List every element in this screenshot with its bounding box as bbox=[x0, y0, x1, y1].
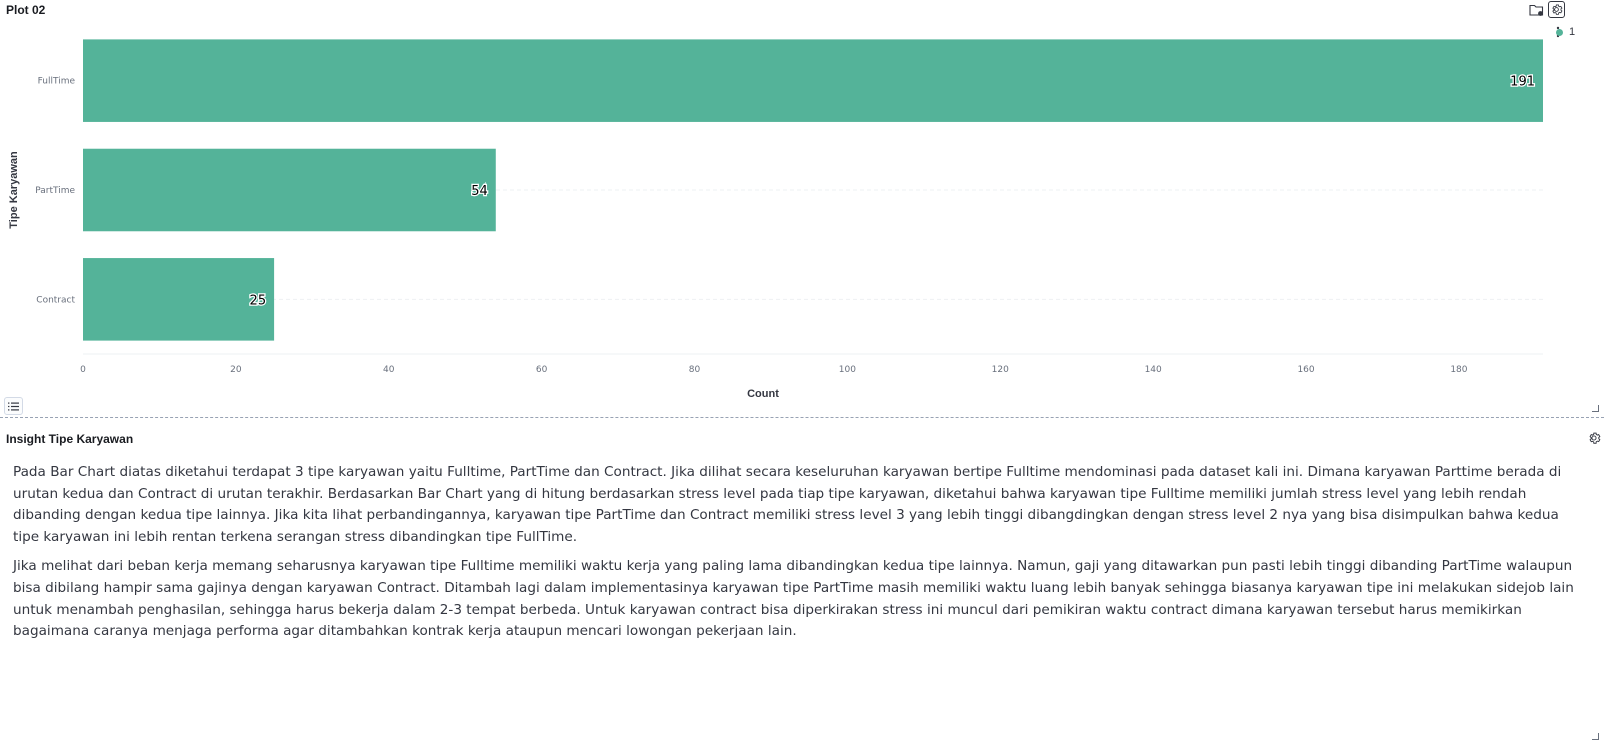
insight-markdown: Pada Bar Chart diatas diketahui terdapat… bbox=[13, 462, 1588, 651]
bar-parttime bbox=[83, 148, 496, 232]
bar-value-label: 54 bbox=[471, 184, 488, 199]
plot-settings-gear-icon[interactable] bbox=[1548, 1, 1565, 18]
bar-value-label: 25 bbox=[250, 293, 267, 308]
y-tick-label: FullTime bbox=[38, 77, 76, 87]
x-tick-label: 0 bbox=[80, 365, 86, 375]
legend-toggle-list-icon[interactable] bbox=[4, 397, 23, 415]
insight-paragraph: Pada Bar Chart diatas diketahui terdapat… bbox=[13, 464, 1562, 545]
bar-fulltime bbox=[83, 39, 1543, 122]
plot-resize-handle-icon[interactable] bbox=[1592, 405, 1599, 412]
x-tick-label: 140 bbox=[1145, 365, 1162, 375]
insight-panel-title: Insight Tipe Karyawan bbox=[6, 432, 134, 446]
x-tick-label: 80 bbox=[689, 365, 701, 375]
insight-resize-handle-icon[interactable] bbox=[1592, 733, 1599, 740]
bar-chart: 191 FullTime 54 PartTime 25 Contract 0 20 40 60 80… bbox=[8, 39, 1543, 400]
x-tick-label: 100 bbox=[839, 365, 856, 375]
x-tick-label: 120 bbox=[992, 365, 1009, 375]
bar-value-label: 191 bbox=[1510, 75, 1535, 90]
x-tick-label: 60 bbox=[536, 365, 548, 375]
x-axis-title: Count bbox=[747, 388, 779, 400]
plot-panel-title: Plot 02 bbox=[6, 3, 46, 17]
y-tick-label: Contract bbox=[36, 295, 75, 305]
x-tick-label: 160 bbox=[1297, 365, 1314, 375]
insight-paragraph: Jika melihat dari beban kerja memang seh… bbox=[13, 558, 1574, 640]
bar-contract bbox=[83, 258, 275, 341]
x-tick-label: 40 bbox=[383, 365, 395, 375]
y-axis-title: Tipe Karyawan bbox=[8, 151, 20, 229]
inspect-icon[interactable] bbox=[1528, 2, 1544, 18]
y-tick-label: PartTime bbox=[35, 186, 75, 196]
x-tick-label: 20 bbox=[230, 365, 242, 375]
insight-settings-gear-icon[interactable] bbox=[1586, 430, 1602, 446]
panel-divider bbox=[0, 417, 1604, 418]
x-tick-label: 180 bbox=[1450, 365, 1467, 375]
